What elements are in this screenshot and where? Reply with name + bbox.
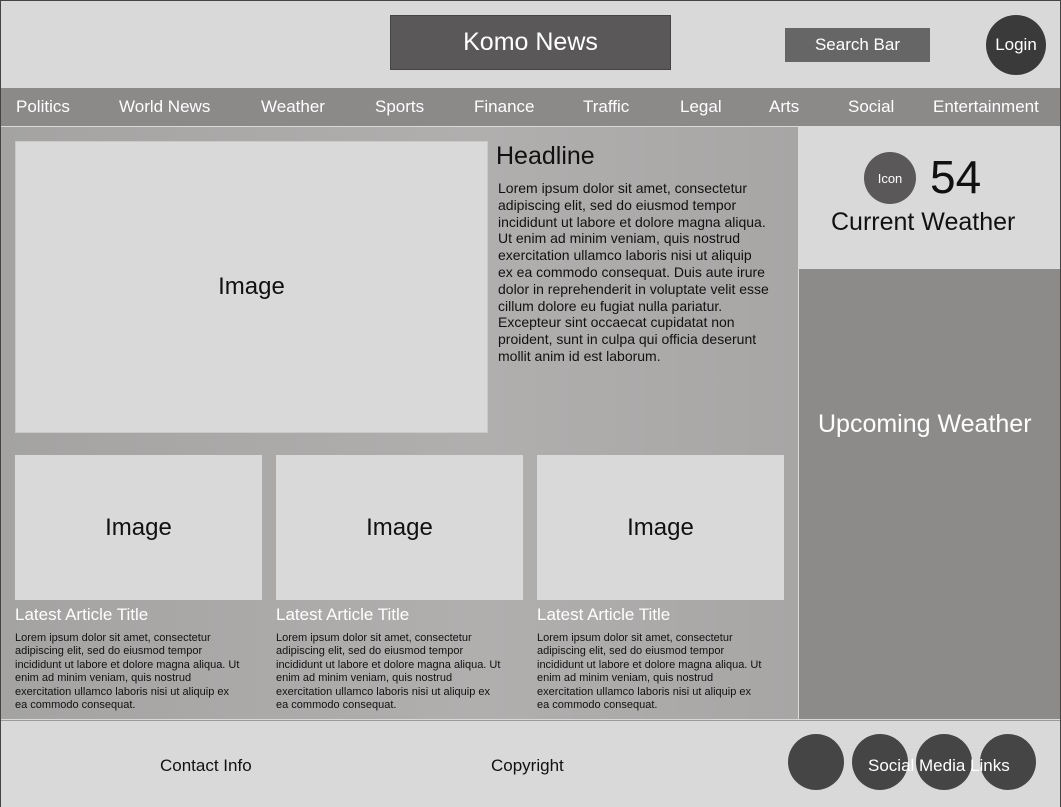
login-button[interactable]: Login [986,15,1046,75]
copyright-text: Copyright [491,756,564,775]
social-media-links-label: Social Media Links [868,756,1010,775]
nav-item-sports[interactable]: Sports [375,88,424,126]
hero-headline[interactable]: Headline [496,142,595,171]
hero-image[interactable]: Image [15,141,488,433]
article-title-2[interactable]: Latest Article Title [276,605,409,625]
article-title-1[interactable]: Latest Article Title [15,605,148,625]
article-body-1: Lorem ipsum dolor sit amet, consectetur … [15,632,240,712]
article-image-2[interactable]: Image [276,455,523,600]
contact-info-link[interactable]: Contact Info [160,756,252,776]
nav-item-politics[interactable]: Politics [16,88,70,126]
article-image-1[interactable]: Image [15,455,262,600]
social-media-icon-1[interactable] [788,734,844,790]
nav-item-legal[interactable]: Legal [680,88,722,126]
nav-item-traffic[interactable]: Traffic [583,88,629,126]
nav-item-world-news[interactable]: World News [119,88,210,126]
upcoming-weather-label: Upcoming Weather [818,410,1032,438]
search-bar[interactable]: Search Bar [785,28,930,62]
hero-body-text: Lorem ipsum dolor sit amet, consectetur … [498,180,769,364]
site-logo[interactable]: Komo News [390,15,671,70]
article-image-3[interactable]: Image [537,455,784,600]
upcoming-weather-panel[interactable]: Upcoming Weather [799,269,1060,719]
article-title-3[interactable]: Latest Article Title [537,605,670,625]
nav-item-social[interactable]: Social [848,88,894,126]
nav-item-arts[interactable]: Arts [769,88,799,126]
current-temperature: 54 [930,151,982,203]
current-weather-label: Current Weather [831,208,1016,236]
article-body-2: Lorem ipsum dolor sit amet, consectetur … [276,632,501,712]
weather-icon: Icon [864,152,916,204]
nav-item-weather[interactable]: Weather [261,88,325,126]
nav-item-finance[interactable]: Finance [474,88,534,126]
article-body-3: Lorem ipsum dolor sit amet, consectetur … [537,632,762,712]
main-nav: Politics World News Weather Sports Finan… [1,88,1060,126]
nav-item-entertainment[interactable]: Entertainment [933,88,1039,126]
